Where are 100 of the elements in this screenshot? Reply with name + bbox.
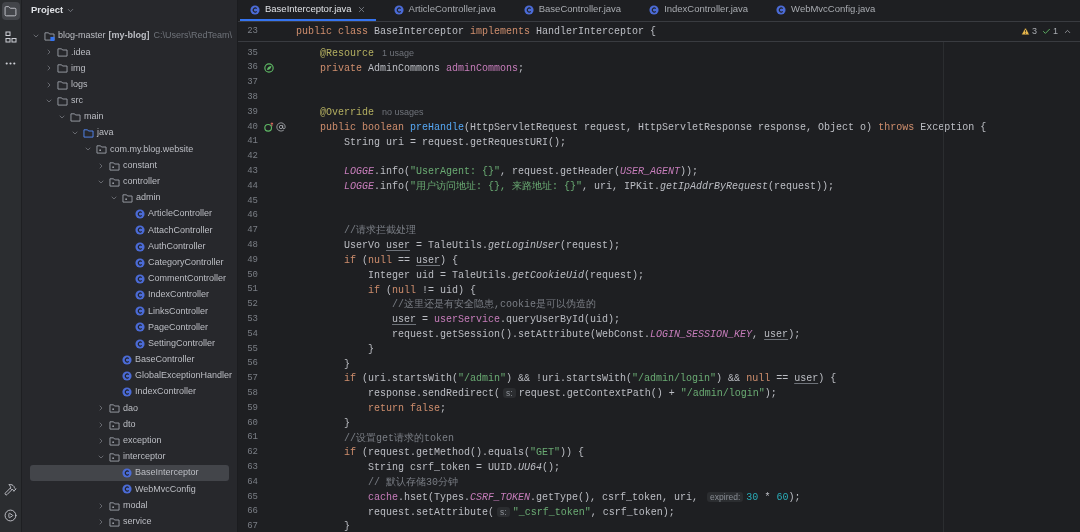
tree-item[interactable]: CategoryController — [30, 254, 229, 271]
tree-item[interactable]: exception — [30, 432, 229, 449]
tree-item[interactable]: interceptor — [30, 448, 229, 466]
warning-count[interactable]: 3 — [1031, 24, 1037, 39]
line-number: 36 — [246, 61, 258, 75]
code-line: Integer uid = TaleUtils.getCookieUid(request); — [367, 268, 645, 283]
class-icon — [649, 4, 660, 15]
line-number: 42 — [246, 150, 258, 164]
editor-tab[interactable]: BaseController.java — [513, 0, 632, 21]
folder-icon — [57, 63, 68, 74]
tree-item[interactable]: service — [30, 513, 229, 530]
line-number: 44 — [246, 179, 258, 193]
tree-item[interactable]: AttachController — [30, 222, 229, 239]
line-number: 67 — [246, 520, 258, 532]
line-number: 23 — [246, 24, 258, 38]
line-number: 60 — [246, 416, 258, 430]
line-number: 48 — [246, 239, 258, 252]
code-line: request.getSession().setAttribute(WebConst.LOGIN_SESSION_KEY, user); — [391, 328, 801, 343]
chevron-up-icon[interactable] — [1063, 27, 1072, 36]
package-icon — [109, 419, 120, 430]
package-icon — [109, 500, 120, 511]
line-number: 45 — [246, 194, 258, 208]
tree-item[interactable]: admin — [30, 189, 229, 207]
tree-item[interactable]: constant — [30, 157, 229, 174]
package-icon — [109, 451, 120, 462]
class-icon — [135, 306, 145, 317]
module-icon — [44, 31, 55, 42]
class-icon — [250, 4, 260, 15]
editor-tab[interactable]: BaseInterceptor.java — [240, 0, 376, 21]
tree-item[interactable]: .idea — [30, 44, 229, 61]
code-line: cache.hset(Types.CSRF_TOKEN.getType(), csrf_token, uri, expired: 30 * 60); — [367, 490, 801, 505]
code-line: if (request.getMethod().equals("GET")) { — [343, 446, 585, 461]
editor-tab[interactable]: ArticleController.java — [383, 0, 506, 21]
code-line: } — [367, 342, 375, 357]
tree-item[interactable]: PageController — [30, 319, 229, 336]
close-icon[interactable] — [356, 5, 366, 14]
class-icon — [135, 338, 145, 349]
check-icon[interactable] — [1042, 27, 1051, 36]
class-icon — [122, 468, 132, 479]
tree-item[interactable]: SettingController — [30, 335, 229, 352]
tree-item[interactable]: LinksController — [30, 303, 229, 320]
tree-item[interactable]: dto — [30, 416, 229, 433]
class-icon — [135, 241, 145, 252]
code-line: //请求拦截处理 — [343, 223, 417, 239]
tree-item[interactable]: IndexController — [30, 384, 229, 401]
tree-item[interactable]: img — [30, 60, 229, 77]
class-icon — [776, 4, 787, 15]
class-icon — [122, 354, 132, 365]
editor-tab[interactable]: WebMvcConfig.java — [766, 0, 886, 21]
tree-item[interactable]: com.my.blog.website — [30, 141, 229, 158]
tree-item[interactable]: modal — [30, 497, 229, 514]
line-number: 64 — [246, 475, 258, 489]
code-line: request.setAttribute( s: "_csrf_token", csrf_token); — [367, 505, 675, 520]
check-count[interactable]: 1 — [1053, 24, 1058, 39]
line-number: 57 — [246, 372, 258, 386]
line-number: 53 — [246, 313, 258, 326]
tree-item[interactable]: BaseInterceptor — [30, 465, 229, 482]
tree-item[interactable]: dao — [30, 400, 229, 417]
folder-icon — [57, 47, 68, 58]
tree-item[interactable]: IndexController — [30, 287, 229, 304]
warning-icon[interactable] — [1020, 27, 1030, 36]
tree-item[interactable]: WebMvcConfig — [30, 481, 229, 498]
line-number: 43 — [246, 165, 258, 178]
line-number: 35 — [246, 46, 258, 60]
override-icon[interactable] — [264, 122, 274, 133]
folder-icon — [83, 128, 94, 139]
folder-icon[interactable] — [1, 2, 20, 20]
tree-item[interactable]: controller — [30, 173, 229, 190]
code-line: LOGGE.info("UserAgent: {}", request.getHeader(USER_AGENT)); — [343, 165, 699, 180]
code-line: if (null != uid) { — [367, 283, 477, 298]
tree-item[interactable]: CommentController — [30, 270, 229, 287]
line-number: 54 — [246, 327, 258, 341]
folder-icon — [57, 95, 68, 106]
tree-item[interactable]: ArticleController — [30, 206, 229, 223]
code-line: public boolean preHandle(HttpServletRequest request, HttpServletResponse response, Object o) throws Exception { — [319, 120, 987, 135]
code-line: return false; — [367, 402, 447, 417]
code-line: LOGGE.info("用户访问地址: {}, 来路地址: {}", uri, IPKit.getIpAddrByRequest(request)); — [343, 179, 835, 195]
line-number: 56 — [246, 357, 258, 371]
tree-item[interactable]: BaseController — [30, 351, 229, 368]
line-number: 47 — [246, 224, 258, 238]
class-icon — [135, 209, 145, 220]
code-line: } — [343, 520, 351, 532]
tree-item[interactable]: AuthController — [30, 238, 229, 255]
code-line: //设置get请求的token — [343, 431, 455, 446]
bean-icon[interactable] — [264, 63, 274, 74]
line-number: 40 — [246, 120, 258, 134]
tree-item[interactable]: logs — [30, 76, 229, 93]
tree-item[interactable]: java — [30, 125, 229, 142]
line-number: 63 — [246, 460, 258, 474]
editor-tab[interactable]: IndexController.java — [639, 0, 759, 21]
tree-item[interactable]: src — [30, 92, 229, 109]
at-sign-icon[interactable] — [276, 122, 286, 133]
package-icon — [109, 160, 120, 171]
code-line: public class BaseInterceptor implements HandlerInterceptor { — [296, 25, 657, 39]
code-line: String uri = request.getRequestURI(); — [343, 135, 567, 150]
tree-item[interactable]: main — [30, 108, 229, 126]
class-icon — [523, 4, 534, 15]
run-icon[interactable] — [1, 506, 20, 524]
folder-icon — [70, 112, 81, 123]
class-icon — [135, 290, 145, 301]
